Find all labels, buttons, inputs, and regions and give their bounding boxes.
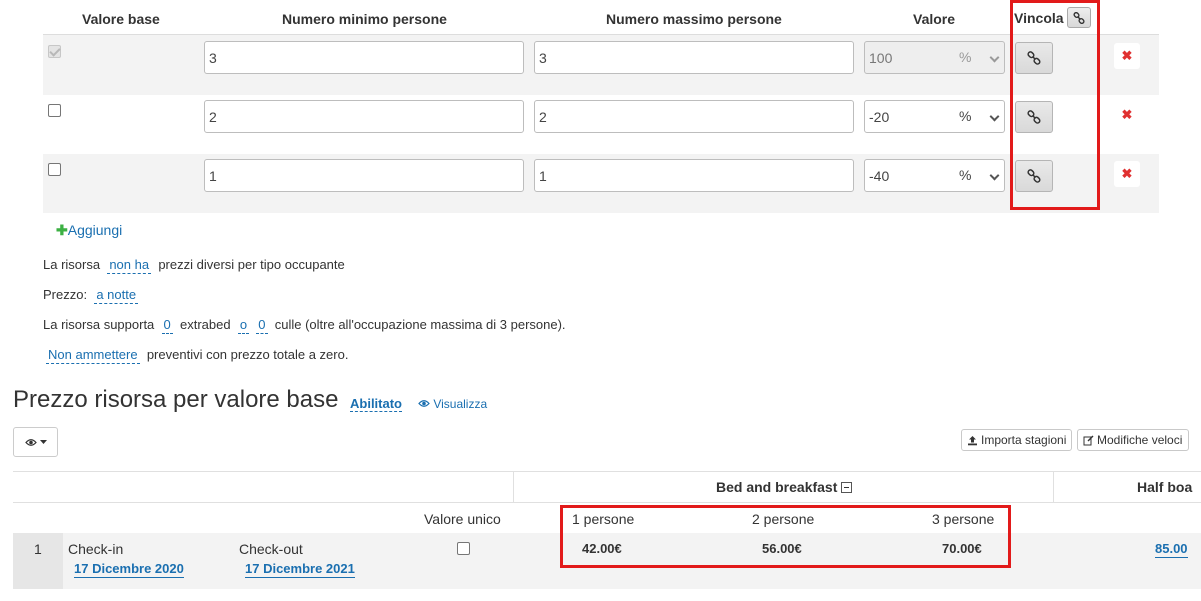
value-input[interactable] <box>864 41 944 74</box>
plan-bed-and-breakfast: Bed and breakfast <box>716 479 853 495</box>
unit-select-value: % <box>959 49 972 65</box>
price-status-toggle[interactable]: Abilitato <box>350 396 402 412</box>
crib-suffix: culle (oltre all'occupazione massima di … <box>274 317 566 332</box>
occupant-pricing-suffix: prezzi diversi per tipo occupante <box>158 257 345 272</box>
view-link[interactable]: Visualizza <box>418 397 487 411</box>
close-icon: ✖ <box>1121 107 1133 122</box>
price-table-divider <box>1053 471 1054 503</box>
unit-select[interactable]: % <box>943 100 1005 133</box>
max-persons-input[interactable] <box>534 41 854 74</box>
unique-value-checkbox[interactable] <box>457 542 470 555</box>
eye-icon <box>24 438 37 446</box>
value-input[interactable] <box>864 100 944 133</box>
delete-row-button[interactable]: ✖ <box>1114 161 1140 187</box>
delete-row-button[interactable]: ✖ <box>1114 43 1140 69</box>
plan-half-board: Half boa <box>1137 479 1193 495</box>
base-value-checkbox[interactable] <box>48 104 61 117</box>
header-value: Valore <box>913 11 956 27</box>
zero-quote-toggle[interactable]: Non ammettere <box>46 347 140 364</box>
zero-quote-line: Non ammettere preventivi con prezzo tota… <box>46 347 349 364</box>
highlight-person-prices <box>560 505 1011 568</box>
unit-select[interactable]: % <box>943 41 1005 74</box>
extrabed-prefix: La risorsa supporta <box>43 317 155 332</box>
season-index: 1 <box>34 541 42 557</box>
add-row-label: Aggiungi <box>67 222 123 238</box>
chevron-down-icon <box>989 170 1000 181</box>
chevron-down-icon <box>989 111 1000 122</box>
plus-icon: ✚ <box>56 222 68 238</box>
header-max-persons: Numero massimo persone <box>606 11 782 27</box>
delete-row-button[interactable]: ✖ <box>1114 102 1140 128</box>
extrabed-conjunction-toggle[interactable]: o <box>237 317 250 334</box>
extrabed-label: extrabed <box>179 317 231 332</box>
close-icon: ✖ <box>1121 166 1133 181</box>
base-value-checkbox[interactable] <box>48 163 61 176</box>
chevron-down-icon <box>989 52 1000 63</box>
caret-down-icon <box>39 440 47 444</box>
min-persons-input[interactable] <box>204 41 524 74</box>
occupant-pricing-toggle[interactable]: non ha <box>107 257 152 274</box>
value-input[interactable] <box>864 159 944 192</box>
quick-edit-label: Modifiche veloci <box>1097 433 1183 447</box>
min-persons-input[interactable] <box>204 100 524 133</box>
checkin-date-link[interactable]: 17 Dicembre 2020 <box>74 561 184 578</box>
min-persons-input[interactable] <box>204 159 524 192</box>
price-table-top-border <box>13 471 1201 472</box>
unit-select-value: % <box>959 167 972 183</box>
price-basis-line: Prezzo: a notte <box>43 287 139 304</box>
collapse-icon[interactable] <box>841 482 853 493</box>
occupant-pricing-line: La risorsa non ha prezzi diversi per tip… <box>43 257 345 274</box>
plan-bb-label: Bed and breakfast <box>716 479 838 495</box>
add-row-link[interactable]: ✚Aggiungi <box>56 222 122 239</box>
eye-icon <box>418 400 430 407</box>
price-basis-prefix: Prezzo: <box>43 287 88 302</box>
quick-edit-button[interactable]: Modifiche veloci <box>1077 429 1189 451</box>
unit-select[interactable]: % <box>943 159 1005 192</box>
checkout-date-link[interactable]: 17 Dicembre 2021 <box>245 561 355 578</box>
checkin-label: Check-in <box>68 541 124 557</box>
crib-count-toggle[interactable]: 0 <box>256 317 268 334</box>
max-persons-input[interactable] <box>534 100 854 133</box>
header-base-value: Valore base <box>82 11 160 27</box>
price-table-header-border <box>13 502 1201 503</box>
price-basis-toggle[interactable]: a notte <box>94 287 139 304</box>
upload-icon <box>968 435 977 445</box>
extrabed-count-toggle[interactable]: 0 <box>161 317 173 334</box>
half-board-price-link[interactable]: 85.00 <box>1155 541 1188 558</box>
unique-value-header: Valore unico <box>424 511 501 527</box>
unit-select-value: % <box>959 108 972 124</box>
import-seasons-button[interactable]: Importa stagioni <box>961 429 1073 451</box>
zero-quote-suffix: preventivi con prezzo totale a zero. <box>146 347 349 362</box>
base-value-checkbox[interactable] <box>48 45 61 58</box>
edit-icon <box>1083 435 1094 445</box>
checkout-label: Check-out <box>239 541 303 557</box>
extrabed-line: La risorsa supporta 0 extrabed o 0 culle… <box>43 317 566 334</box>
view-label: Visualizza <box>433 397 488 411</box>
highlight-link-column <box>1010 0 1100 210</box>
price-table-divider <box>513 471 514 503</box>
max-persons-input[interactable] <box>534 159 854 192</box>
occupant-pricing-prefix: La risorsa <box>43 257 101 272</box>
price-section-title: Prezzo risorsa per valore base <box>13 386 339 413</box>
import-seasons-label: Importa stagioni <box>981 433 1067 447</box>
header-min-persons: Numero minimo persone <box>282 11 447 27</box>
close-icon: ✖ <box>1121 48 1133 63</box>
view-options-dropdown[interactable] <box>13 427 58 457</box>
